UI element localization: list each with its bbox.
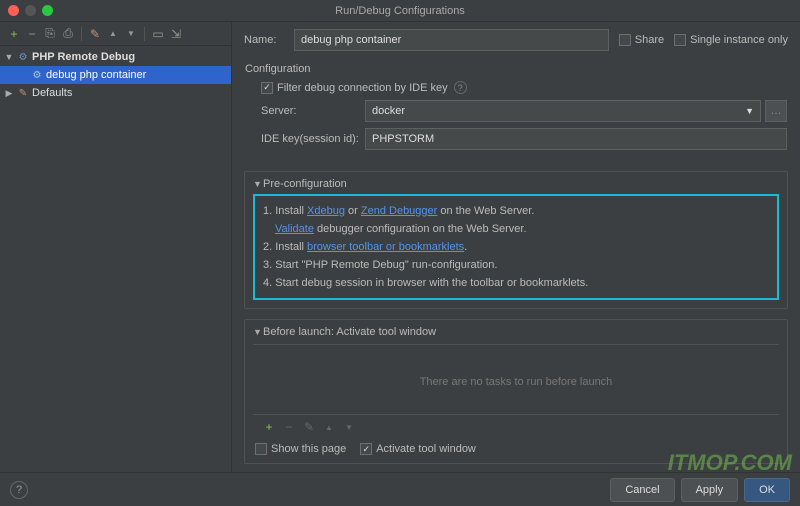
collapse-icon[interactable]: ⇲ xyxy=(168,26,184,42)
bl-edit-icon: ✎ xyxy=(301,419,317,435)
preconfiguration-section: ▼Pre-configuration 1. Install Xdebug or … xyxy=(244,171,788,309)
window-title: Run/Debug Configurations xyxy=(0,5,800,17)
tree-label: PHP Remote Debug xyxy=(32,51,135,63)
cancel-button[interactable]: Cancel xyxy=(610,478,674,502)
tree-node-defaults[interactable]: ▶ ✎ Defaults xyxy=(0,84,231,102)
save-icon[interactable]: ⎙ xyxy=(60,26,76,42)
move-down-icon[interactable]: ▼ xyxy=(123,26,139,42)
server-browse-button[interactable]: … xyxy=(765,100,787,122)
toolbar-link[interactable]: browser toolbar or bookmarklets xyxy=(307,241,464,253)
validate-link[interactable]: Validate xyxy=(275,223,314,235)
config-tree: ▼ ⚙ PHP Remote Debug ⚙ debug php contain… xyxy=(0,46,231,472)
before-launch-empty: There are no tasks to run before launch xyxy=(253,344,779,414)
tree-node-php-remote-debug[interactable]: ▼ ⚙ PHP Remote Debug xyxy=(0,48,231,66)
config-toolbar: + − ⎘ ⎙ ✎ ▲ ▼ ▭ ⇲ xyxy=(0,22,231,46)
name-input[interactable] xyxy=(294,29,609,51)
before-launch-section: ▼Before launch: Activate tool window The… xyxy=(244,319,788,464)
tree-node-debug-php-container[interactable]: ⚙ debug php container xyxy=(0,66,231,84)
bl-down-icon: ▼ xyxy=(341,419,357,435)
copy-icon[interactable]: ⎘ xyxy=(42,26,58,42)
help-button[interactable]: ? xyxy=(10,481,28,499)
sidebar: + − ⎘ ⎙ ✎ ▲ ▼ ▭ ⇲ ▼ ⚙ PHP Remote Debug ⚙… xyxy=(0,22,232,472)
help-icon[interactable]: ? xyxy=(454,81,467,94)
bl-up-icon: ▲ xyxy=(321,419,337,435)
bl-add-icon[interactable]: + xyxy=(261,419,277,435)
idekey-input[interactable] xyxy=(365,128,787,150)
remove-icon[interactable]: − xyxy=(24,26,40,42)
wrench-icon[interactable]: ✎ xyxy=(87,26,103,42)
dialog-footer: ? Cancel Apply OK xyxy=(0,472,800,506)
chevron-down-icon: ▼ xyxy=(745,106,754,116)
server-label: Server: xyxy=(245,105,365,117)
show-page-checkbox[interactable]: Show this page xyxy=(255,443,346,455)
config-form: Name: Share Single instance only Configu… xyxy=(232,22,800,472)
zend-link[interactable]: Zend Debugger xyxy=(361,205,437,217)
name-label: Name: xyxy=(244,34,284,46)
idekey-label: IDE key(session id): xyxy=(245,133,365,145)
titlebar: Run/Debug Configurations xyxy=(0,0,800,22)
activate-window-checkbox[interactable]: ✓Activate tool window xyxy=(360,443,476,455)
server-select[interactable]: docker ▼ xyxy=(365,100,761,122)
tree-label: debug php container xyxy=(46,69,146,81)
before-launch-header[interactable]: ▼Before launch: Activate tool window xyxy=(245,320,787,340)
preconfiguration-box: 1. Install Xdebug or Zend Debugger on th… xyxy=(253,194,779,300)
folder-icon[interactable]: ▭ xyxy=(150,26,166,42)
move-up-icon[interactable]: ▲ xyxy=(105,26,121,42)
filter-ide-checkbox[interactable]: ✓Filter debug connection by IDE key xyxy=(261,82,448,94)
bl-remove-icon: − xyxy=(281,419,297,435)
preconfiguration-header[interactable]: ▼Pre-configuration xyxy=(253,178,779,190)
ok-button[interactable]: OK xyxy=(744,478,790,502)
apply-button[interactable]: Apply xyxy=(681,478,739,502)
tree-label: Defaults xyxy=(32,87,72,99)
add-icon[interactable]: + xyxy=(6,26,22,42)
configuration-header: Configuration xyxy=(245,63,787,75)
share-checkbox[interactable]: Share xyxy=(619,34,664,46)
xdebug-link[interactable]: Xdebug xyxy=(307,205,345,217)
single-instance-checkbox[interactable]: Single instance only xyxy=(674,34,788,46)
